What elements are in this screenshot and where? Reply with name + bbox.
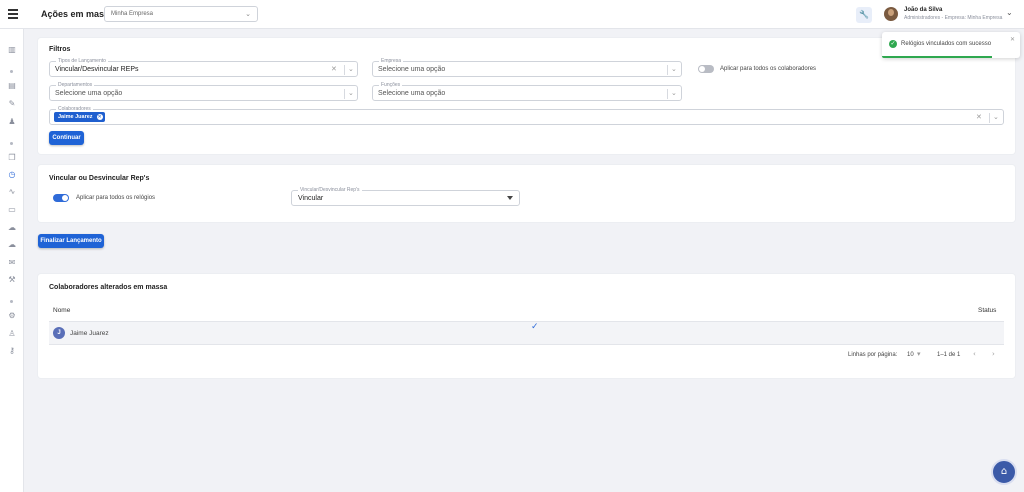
select-separator — [667, 65, 668, 75]
vincular-title: Vincular ou Desvincular Rep's — [49, 175, 150, 182]
check-icon: ✓ — [531, 322, 539, 332]
tipo-lancamento-label: Tipos de Lançamento — [56, 58, 108, 64]
pagination-range: 1–1 de 1 — [937, 352, 961, 358]
edit-icon[interactable]: ✎ — [7, 99, 17, 109]
key-icon[interactable]: ⚷ — [7, 346, 17, 356]
cloud-upload-icon[interactable]: ☁ — [7, 240, 17, 250]
vincular-card: Vincular ou Desvincular Rep's Aplicar pa… — [38, 165, 1015, 222]
aplicar-todos-colaboradores-label: Aplicar para todos os colaboradores — [720, 66, 817, 72]
cloud-icon[interactable]: ☁ — [7, 223, 17, 233]
chevron-down-icon[interactable]: ⌄ — [348, 89, 354, 97]
chevron-down-icon[interactable]: ⌄ — [671, 89, 677, 97]
user-icon[interactable]: ♟ — [7, 117, 17, 127]
aplicar-todos-relogios-label: Aplicar para todos os relógios — [76, 195, 156, 201]
caret-down-icon — [507, 196, 513, 200]
colaborador-chip-label: Jaime Juarez — [58, 114, 93, 120]
clear-icon[interactable]: ✕ — [331, 65, 337, 73]
departamentos-label: Departamentos — [56, 82, 95, 88]
aplicar-todos-colaboradores-toggle[interactable] — [698, 65, 714, 73]
table-title: Colaboradores alterados em massa — [49, 284, 168, 291]
company-select[interactable]: Minha Empresa ⌄ — [104, 6, 258, 22]
chevron-down-icon: ⌄ — [245, 10, 251, 18]
table-row-divider — [49, 344, 1004, 345]
clock-icon[interactable]: ◷ — [7, 170, 17, 180]
vincular-desvincular-select[interactable]: Vincular/Desvincular Rep's Vincular — [291, 187, 520, 206]
funcoes-select[interactable]: Funções Selecione uma opção ⌄ — [372, 82, 682, 101]
colaborador-chip: Jaime Juarez ✕ — [54, 112, 105, 122]
empresa-placeholder: Selecione uma opção — [378, 66, 446, 73]
toast-message: Relógios vinculados com sucesso — [901, 41, 992, 47]
caret-down-icon[interactable]: ▾ — [917, 350, 921, 358]
user-role: Administradores - Empresa: Minha Empresa — [904, 15, 1003, 21]
continuar-button[interactable]: Continuar — [49, 131, 84, 145]
vincular-desvincular-label: Vincular/Desvincular Rep's — [298, 187, 362, 193]
row-name: Jaime Juarez — [70, 330, 109, 337]
funcoes-label: Funções — [379, 82, 403, 88]
tipo-lancamento-select[interactable]: Tipos de Lançamento Vincular/Desvincular… — [49, 58, 358, 77]
select-separator — [989, 113, 990, 123]
avatar[interactable] — [884, 7, 898, 21]
mail-icon[interactable]: ✉ — [7, 258, 17, 268]
empresa-label: Empresa — [379, 58, 404, 64]
select-separator — [667, 89, 668, 99]
chevron-left-icon[interactable]: ‹ — [973, 350, 976, 358]
filters-title: Filtros — [49, 46, 71, 53]
empresa-select[interactable]: Empresa Selecione uma opção ⌄ — [372, 58, 682, 77]
help-widget-icon[interactable]: ⌂ — [991, 459, 1017, 485]
company-select-value: Minha Empresa — [111, 11, 154, 17]
row-avatar: J — [53, 327, 65, 339]
rows-per-page-select[interactable]: 10 — [907, 352, 914, 358]
chevron-right-icon[interactable]: › — [992, 350, 995, 358]
departamentos-placeholder: Selecione uma opção — [55, 90, 123, 97]
select-separator — [344, 89, 345, 99]
aplicar-todos-relogios-toggle[interactable] — [53, 194, 69, 202]
top-header: Ações em massa Minha Empresa ⌄ 🔧 João da… — [0, 0, 1024, 29]
trend-icon[interactable]: ∿ — [7, 187, 17, 197]
clear-icon[interactable]: ✕ — [976, 113, 982, 121]
chip-remove-icon[interactable]: ✕ — [96, 114, 103, 120]
filters-card: Filtros Tipos de Lançamento Vincular/Des… — [38, 38, 1015, 154]
column-header-nome[interactable]: Nome — [53, 307, 70, 314]
gear-icon[interactable]: ⚙ — [7, 311, 17, 321]
colaboradores-select[interactable]: Colaboradores Jaime Juarez ✕ ✕ ⌄ — [49, 106, 1004, 125]
chevron-down-icon[interactable]: ⌄ — [348, 65, 354, 73]
finalizar-lancamento-button[interactable]: Finalizar Lançamento — [38, 234, 104, 248]
user-name: João da Silva — [904, 7, 943, 13]
person-icon[interactable]: ♙ — [7, 329, 17, 339]
wrench-icon[interactable]: 🔧 — [856, 7, 872, 23]
sidebar-divider-dot — [10, 142, 13, 145]
sidebar-divider-dot — [10, 300, 13, 303]
chat-icon[interactable]: ▭ — [7, 205, 17, 215]
rows-per-page-label: Linhas por página: — [848, 352, 898, 358]
tipo-lancamento-value: Vincular/Desvincular REPs — [55, 66, 139, 73]
document-icon[interactable]: ▤ — [7, 81, 17, 91]
success-toast: ✓ Relógios vinculados com sucesso ✕ — [882, 32, 1020, 58]
wrench-icon[interactable]: ⚒ — [7, 275, 17, 285]
sidebar-divider-dot — [10, 70, 13, 73]
menu-icon[interactable] — [8, 9, 18, 19]
select-separator — [344, 65, 345, 75]
sidebar: ▥ ▤ ✎ ♟ ❐ ◷ ∿ ▭ ☁ ☁ ✉ ⚒ ⚙ ♙ ⚷ — [0, 29, 24, 492]
user-menu-chevron-icon[interactable]: ⌄ — [1006, 8, 1013, 17]
chevron-down-icon[interactable]: ⌄ — [993, 113, 999, 121]
files-icon[interactable]: ❐ — [7, 153, 17, 163]
close-icon[interactable]: ✕ — [1010, 36, 1015, 43]
chart-icon[interactable]: ▥ — [7, 45, 17, 55]
table-row[interactable]: J Jaime Juarez ✓ — [49, 322, 1004, 344]
column-header-status[interactable]: Status — [978, 307, 996, 314]
chevron-down-icon[interactable]: ⌄ — [671, 65, 677, 73]
vincular-desvincular-value: Vincular — [298, 195, 324, 202]
departamentos-select[interactable]: Departamentos Selecione uma opção ⌄ — [49, 82, 358, 101]
colaboradores-table-card: Colaboradores alterados em massa Nome St… — [38, 274, 1015, 378]
success-check-icon: ✓ — [889, 40, 897, 48]
toast-progress-bar — [882, 56, 993, 58]
funcoes-placeholder: Selecione uma opção — [378, 90, 446, 97]
